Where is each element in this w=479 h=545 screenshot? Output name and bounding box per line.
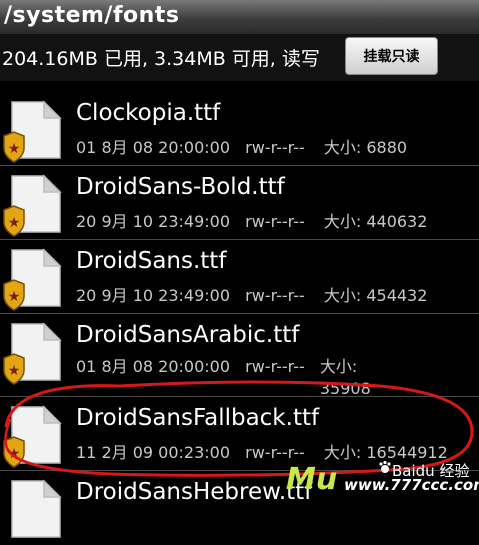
file-row-droidsans[interactable]: ★ DroidSans.ttf 20 9月 10 23:49:00 rw-r--… [0, 240, 479, 314]
file-size: 大小: 35908 [319, 357, 371, 398]
svg-text:★: ★ [8, 141, 21, 157]
path-title-bar: /system/fonts [0, 0, 479, 35]
mount-readonly-button[interactable]: 挂载只读 [345, 37, 438, 75]
watermark-brand: Mu [286, 462, 338, 497]
file-perms: rw-r--r-- [245, 357, 305, 376]
baidu-paw-icon [379, 460, 391, 473]
file-perms: rw-r--r-- [245, 212, 305, 231]
path-title: /system/fonts [4, 3, 180, 28]
file-meta: 01 8月 08 20:00:00 rw-r--r-- 大小: 6880 [76, 134, 407, 158]
file-name: DroidSansArabic.ttf [76, 322, 300, 348]
file-date: 20 9月 10 23:49:00 [76, 286, 231, 305]
file-size: 大小: 6880 [323, 138, 408, 157]
file-date: 01 8月 08 20:00:00 [76, 357, 231, 376]
svg-text:★: ★ [8, 446, 21, 462]
ttf-file-icon: ★ [3, 405, 62, 468]
ttf-file-icon: ★ [3, 174, 62, 237]
watermark-url: www.777ccc.com [344, 476, 479, 494]
ttf-file-icon: ★ [3, 100, 62, 163]
file-row-droidsans-bold[interactable]: ★ DroidSans-Bold.ttf 20 9月 10 23:49:00 r… [0, 166, 479, 240]
watermark: Mu Baidu 经验 www.777ccc.com [282, 458, 479, 502]
file-name: DroidSansHebrew.ttf [76, 479, 313, 505]
file-meta: 20 9月 10 23:49:00 rw-r--r-- 大小: 454432 [76, 282, 427, 306]
svg-text:★: ★ [8, 215, 21, 231]
file-meta: 20 9月 10 23:49:00 rw-r--r-- 大小: 440632 [76, 208, 427, 232]
svg-text:★: ★ [8, 289, 21, 305]
ttf-file-icon: ★ [3, 322, 62, 385]
file-name: Clockopia.ttf [76, 100, 221, 126]
storage-status-text: 204.16MB 已用, 3.34MB 可用, 读写 [2, 48, 320, 70]
file-row-droidsans-arabic[interactable]: ★ DroidSansArabic.ttf 01 8月 08 20:00:00 … [0, 314, 479, 400]
file-row-clockopia[interactable]: ★ Clockopia.ttf 01 8月 08 20:00:00 rw-r--… [0, 92, 479, 166]
file-date: 01 8月 08 20:00:00 [76, 138, 231, 157]
file-size: 大小: 440632 [323, 212, 428, 231]
file-meta: 01 8月 08 20:00:00 rw-r--r-- 大小: 35908 [76, 356, 456, 400]
file-name: DroidSans-Bold.ttf [76, 174, 285, 200]
file-date: 20 9月 10 23:49:00 [76, 212, 231, 231]
file-name: DroidSansFallback.ttf [76, 405, 320, 431]
file-perms: rw-r--r-- [245, 138, 305, 157]
file-size: 大小: 454432 [323, 286, 428, 305]
file-name: DroidSans.ttf [76, 248, 227, 274]
ttf-file-icon: ★ [3, 248, 62, 311]
file-perms: rw-r--r-- [245, 286, 305, 305]
ttf-file-icon [11, 479, 62, 538]
file-date: 11 2月 09 00:23:00 [76, 443, 231, 462]
svg-text:★: ★ [8, 363, 21, 379]
